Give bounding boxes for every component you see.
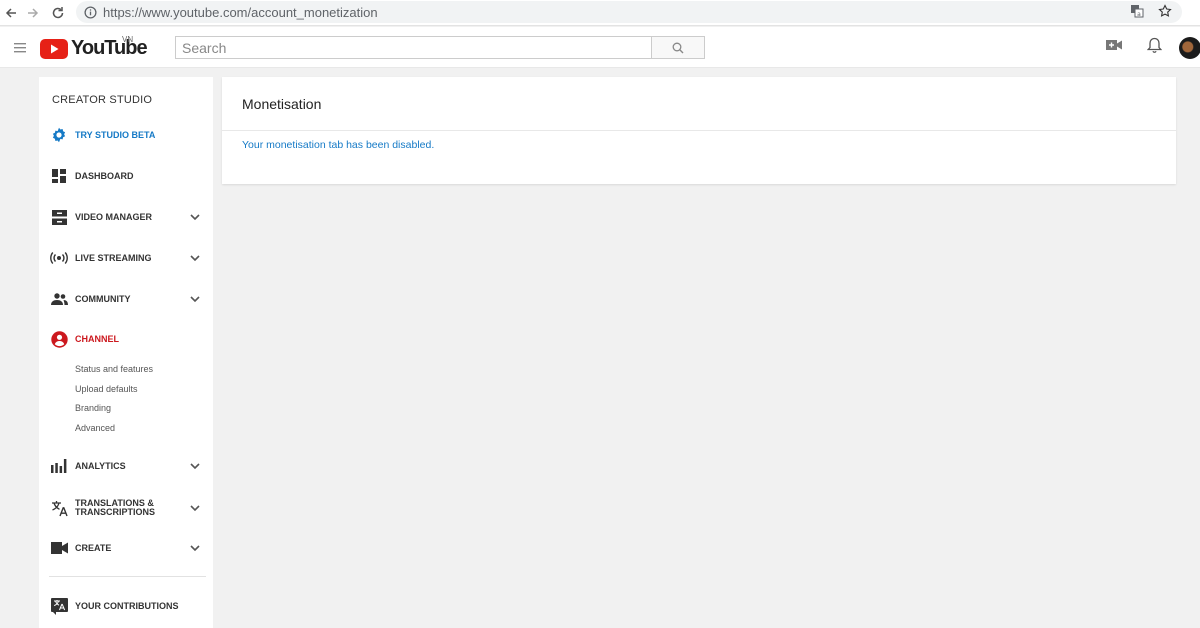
video-manager-icon [50,208,68,226]
sidebar-item-label: VIDEO MANAGER [75,211,153,222]
sidebar-item-community[interactable]: COMMUNITY [39,287,213,311]
chevron-down-icon[interactable] [189,460,201,472]
search-button[interactable] [651,36,705,59]
sidebar-item-label: CREATE [75,542,112,553]
sidebar-item-try-studio-beta[interactable]: TRY STUDIO BETA [39,123,213,147]
gear-icon [50,126,68,144]
sidebar-item-channel[interactable]: CHANNEL [39,327,213,351]
sidebar-item-label: ANALYTICS [75,460,126,471]
sidebar-item-create[interactable]: CREATE [39,536,213,560]
chevron-down-icon[interactable] [189,293,201,305]
forward-icon[interactable] [22,2,44,24]
sidebar-item-label: COMMUNITY [75,293,131,304]
sidebar-item-label: DASHBOARD [75,170,134,181]
status-message: Your monetisation tab has been disabled. [242,139,435,151]
menu-icon[interactable] [14,40,26,58]
channel-icon [50,330,68,348]
sidebar-item-label: YOUR CONTRIBUTIONS [75,600,179,611]
live-streaming-icon [50,249,68,267]
svg-text:a: a [1137,11,1141,18]
chevron-down-icon[interactable] [189,211,201,223]
youtube-header: YouTube VN Search [0,27,1200,68]
reload-icon[interactable] [47,2,69,24]
create-icon [50,539,68,557]
search-placeholder: Search [182,39,227,56]
sidebar-item-label: TRANSLATIONS & TRANSCRIPTIONS [75,498,156,517]
analytics-icon [50,457,68,475]
sidebar-item-live-streaming[interactable]: LIVE STREAMING [39,246,213,270]
card-divider [222,130,1176,131]
youtube-play-icon [40,38,68,59]
youtube-logo[interactable]: YouTube VN [40,35,148,60]
sidebar-item-label: CHANNEL [75,333,119,344]
sidebar-item-your-contributions[interactable]: YOUR CONTRIBUTIONS [39,594,213,618]
contributions-icon [50,597,68,615]
sidebar-item-analytics[interactable]: ANALYTICS [39,454,213,478]
translate-icon [50,499,68,517]
channel-sub-branding[interactable]: Branding [75,403,111,413]
sidebar-item-dashboard[interactable]: DASHBOARD [39,164,213,188]
notifications-bell-icon[interactable] [1146,37,1163,59]
upload-video-icon[interactable] [1106,38,1123,56]
dashboard-icon [50,167,68,185]
sidebar-divider [49,576,206,577]
sidebar-title: CREATOR STUDIO [52,94,153,106]
country-code: VN [122,35,134,44]
sidebar-item-translations-transcriptions[interactable]: TRANSLATIONS & TRANSCRIPTIONS [39,495,213,521]
page-title: Monetisation [242,96,322,112]
sidebar-item-video-manager[interactable]: VIDEO MANAGER [39,205,213,229]
creator-studio-sidebar: CREATOR STUDIO TRY STUDIO BETA DASHBOARD… [39,77,213,628]
url-text[interactable]: https://www.youtube.com/account_monetiza… [103,5,378,20]
community-icon [50,290,68,308]
browser-toolbar: https://www.youtube.com/account_monetiza… [0,0,1200,26]
bookmark-star-icon[interactable] [1158,4,1172,18]
chevron-down-icon[interactable] [189,252,201,264]
chevron-down-icon[interactable] [189,502,201,514]
channel-sub-status-and-features[interactable]: Status and features [75,364,153,374]
back-icon[interactable] [0,2,22,24]
sidebar-item-label: LIVE STREAMING [75,252,152,263]
search-input[interactable]: Search [175,36,652,59]
translate-page-icon[interactable]: a [1130,4,1144,18]
channel-sub-advanced[interactable]: Advanced [75,423,115,433]
address-bar[interactable]: https://www.youtube.com/account_monetiza… [76,1,1182,23]
channel-sub-upload-defaults[interactable]: Upload defaults [75,384,138,394]
monetisation-card: Monetisation Your monetisation tab has b… [222,77,1176,184]
chevron-down-icon[interactable] [189,542,201,554]
avatar[interactable] [1179,37,1200,59]
sidebar-item-label: TRY STUDIO BETA [75,129,156,140]
info-icon[interactable] [84,5,97,19]
search-icon [672,42,684,53]
logo-wordmark: YouTube [71,37,148,59]
